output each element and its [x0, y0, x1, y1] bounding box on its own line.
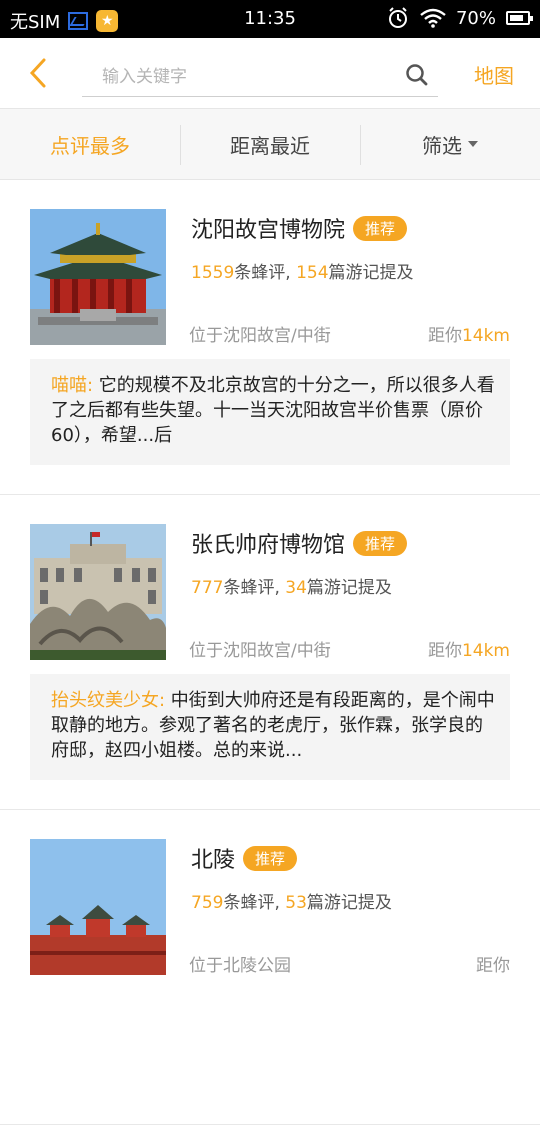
- tab-label: 筛选: [422, 133, 462, 158]
- tab-nearest[interactable]: 距离最近: [180, 109, 360, 179]
- travelnote-count-label: 篇游记提及: [328, 263, 414, 283]
- review-count: 777: [191, 578, 224, 598]
- attraction-name[interactable]: 张氏帅府博物馆 推荐: [191, 527, 408, 559]
- review-count-label: 条蜂评,: [234, 263, 297, 283]
- location-text: 位于沈阳故宫/中街: [189, 641, 331, 661]
- distance-prefix: 距你: [476, 956, 510, 976]
- search-icon[interactable]: [404, 62, 430, 88]
- recommended-badge: 推荐: [243, 846, 298, 871]
- travelnote-count-label: 篇游记提及: [306, 893, 392, 913]
- battery-percent: 70%: [455, 7, 496, 29]
- distance-text: 距你14km: [428, 321, 510, 346]
- review-stats: 1559条蜂评, 154篇游记提及: [191, 258, 414, 283]
- review-text: 它的规模不及北京故宫的十分之一，所以很多人看了之后都有些失望。十一当天沈阳故宫半…: [51, 375, 495, 446]
- review-stats: 759条蜂评, 53篇游记提及: [191, 888, 392, 913]
- attraction-name[interactable]: 沈阳故宫博物院 推荐: [191, 212, 408, 244]
- travelnote-count-label: 篇游记提及: [306, 578, 392, 598]
- map-button[interactable]: 地图: [474, 60, 514, 89]
- chevron-left-icon[interactable]: [24, 56, 54, 90]
- review-stats: 777条蜂评, 34篇游记提及: [191, 573, 392, 598]
- review-count-label: 条蜂评,: [223, 578, 286, 598]
- status-bar: 无SIM ★ 11:35 70%: [0, 0, 540, 38]
- search-box[interactable]: [82, 58, 438, 97]
- attraction-name-text: 张氏帅府博物馆: [191, 533, 346, 558]
- tab-label: 点评最多: [50, 133, 130, 158]
- travelnote-count: 34: [285, 578, 307, 598]
- tab-filter[interactable]: 筛选: [360, 109, 540, 179]
- review-snippet[interactable]: 喵喵: 它的规模不及北京故宫的十分之一，所以很多人看了之后都有些失望。十一当天沈…: [30, 359, 510, 465]
- list-item[interactable]: 沈阳故宫博物院 推荐 1559条蜂评, 154篇游记提及 位于沈阳故宫/中街 距你…: [0, 180, 540, 495]
- list-item[interactable]: 北陵 推荐 759条蜂评, 53篇游记提及 位于北陵公园 距你: [0, 810, 540, 1125]
- review-author: 抬头纹美少女:: [51, 690, 166, 711]
- location-text: 位于沈阳故宫/中街: [189, 326, 331, 346]
- recommended-badge: 推荐: [353, 531, 408, 556]
- list-item[interactable]: 张氏帅府博物馆 推荐 777条蜂评, 34篇游记提及 位于沈阳故宫/中街 距你14…: [0, 495, 540, 810]
- tab-label: 距离最近: [230, 133, 310, 158]
- review-count: 1559: [191, 263, 235, 283]
- distance-value: 14km: [461, 641, 510, 661]
- attraction-name-text: 北陵: [191, 848, 236, 873]
- caret-down-icon: [468, 141, 478, 147]
- distance-value: 14km: [461, 326, 510, 346]
- attraction-list: 沈阳故宫博物院 推荐 1559条蜂评, 154篇游记提及 位于沈阳故宫/中街 距你…: [0, 180, 540, 1125]
- travelnote-count: 154: [296, 263, 329, 283]
- review-snippet[interactable]: 抬头纹美少女: 中街到大帅府还是有段距离的，是个闹中取静的地方。参观了著名的老虎…: [30, 674, 510, 780]
- alarm-icon: [388, 7, 407, 28]
- search-input[interactable]: [102, 64, 382, 90]
- status-right: 70%: [386, 6, 533, 30]
- attraction-photo: [30, 209, 166, 345]
- travelnote-count: 53: [285, 893, 307, 913]
- review-author: 喵喵:: [51, 375, 94, 396]
- filter-tabs: 点评最多 距离最近 筛选: [0, 108, 540, 180]
- distance-text: 距你14km: [428, 636, 510, 661]
- review-count: 759: [191, 893, 224, 913]
- attraction-photo: [30, 839, 166, 975]
- attraction-name[interactable]: 北陵 推荐: [191, 842, 298, 874]
- distance-text: 距你: [476, 951, 510, 976]
- attraction-name-text: 沈阳故宫博物院: [191, 218, 346, 243]
- review-count-label: 条蜂评,: [223, 893, 286, 913]
- battery-icon: [506, 11, 533, 25]
- distance-prefix: 距你: [427, 641, 462, 661]
- distance-prefix: 距你: [427, 326, 462, 346]
- tab-most-reviewed[interactable]: 点评最多: [0, 109, 180, 179]
- attraction-photo: [30, 524, 166, 660]
- header-bar: 地图: [0, 38, 540, 108]
- location-text: 位于北陵公园: [189, 956, 291, 976]
- wifi-icon: [420, 8, 446, 28]
- recommended-badge: 推荐: [353, 216, 408, 241]
